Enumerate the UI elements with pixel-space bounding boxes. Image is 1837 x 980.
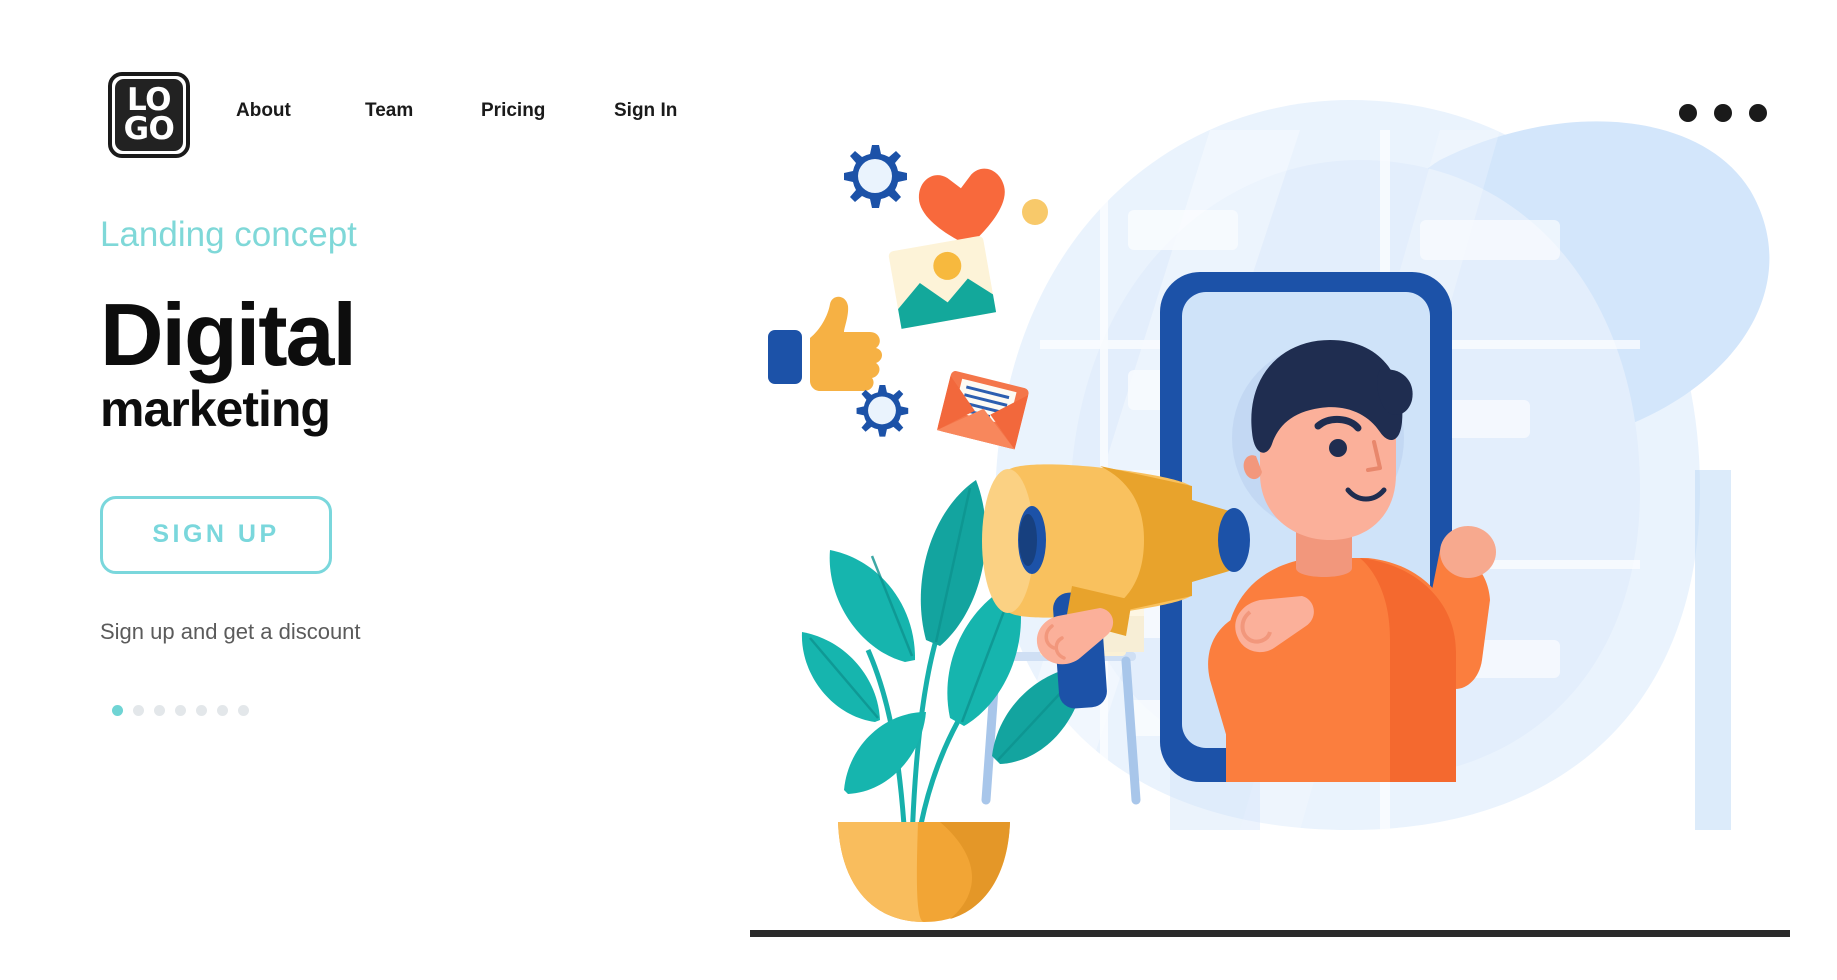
nav-item-team[interactable]: Team	[365, 100, 481, 122]
page-subtitle: marketing	[100, 381, 331, 438]
hero-copy: Landing concept Digital marketing SIGN U…	[100, 215, 720, 716]
hero-eyebrow: Landing concept	[100, 215, 357, 254]
thumbs-up-icon	[768, 296, 882, 391]
pagination-dot[interactable]	[175, 704, 186, 716]
pagination-dot[interactable]	[238, 704, 249, 716]
pagination-dot[interactable]	[133, 704, 144, 716]
logo-line-2: GO	[123, 111, 175, 147]
image-icon	[888, 236, 997, 329]
main-navigation: About Team Pricing Sign In	[236, 100, 704, 122]
digital-marketing-illustration	[740, 40, 1800, 980]
landing-page: LO GO About Team Pricing Sign In Landing…	[0, 0, 1837, 980]
pagination-dot[interactable]	[154, 704, 165, 716]
logo-badge[interactable]: LO GO	[108, 72, 190, 158]
pagination-dot[interactable]	[196, 704, 207, 716]
nav-item-sign-in[interactable]: Sign In	[614, 100, 704, 122]
gear-icon	[844, 145, 907, 208]
pagination-dot[interactable]	[112, 704, 123, 716]
gear-icon	[856, 385, 909, 437]
discount-note: Sign up and get a discount	[100, 618, 361, 644]
nav-item-pricing[interactable]: Pricing	[481, 100, 614, 122]
sign-up-button[interactable]: SIGN UP	[100, 495, 332, 574]
nav-item-about[interactable]: About	[236, 100, 365, 122]
ceiling-lamp-icon	[990, 110, 1080, 225]
logo-inner: LO GO	[115, 79, 183, 151]
pagination-dot[interactable]	[217, 704, 228, 716]
carousel-pagination	[112, 704, 720, 716]
ground-line	[750, 930, 1790, 937]
page-title: Digital	[100, 285, 357, 384]
